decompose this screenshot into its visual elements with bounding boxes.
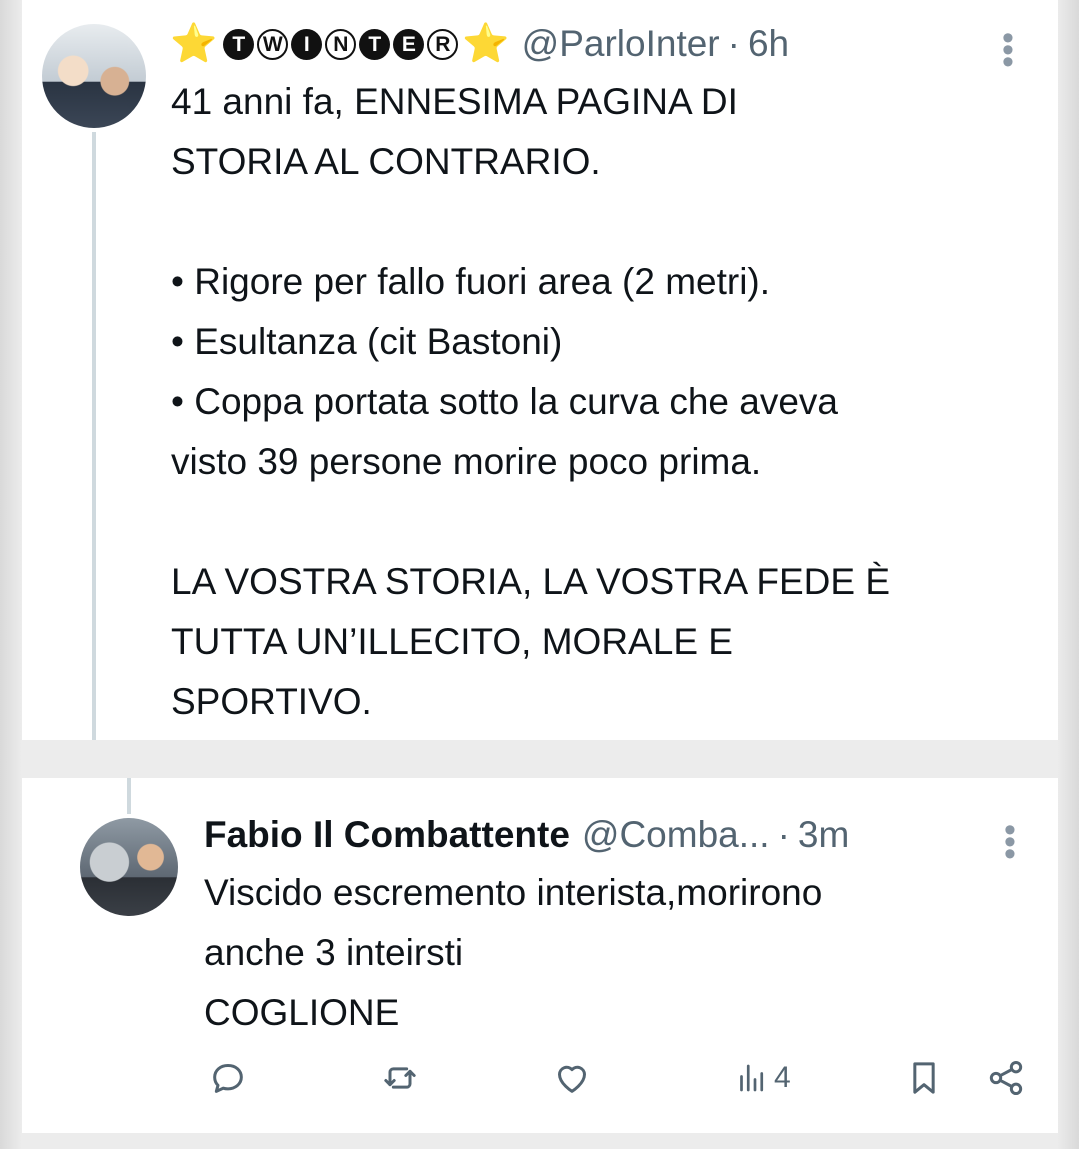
reply-card[interactable]: Fabio Il Combattente @Comba... · 3m • • • … bbox=[22, 778, 1058, 1133]
tweet-card[interactable]: ⭐ T W I N T E R ⭐ @ParloInter · 6h • • • 4… bbox=[22, 0, 1058, 740]
timestamp[interactable]: 3m bbox=[798, 813, 849, 857]
more-options-icon[interactable]: • • • bbox=[1002, 21, 1014, 79]
reply-button[interactable] bbox=[208, 1058, 248, 1098]
thread-line bbox=[127, 778, 131, 814]
reply-header: Fabio Il Combattente @Comba... · 3m bbox=[204, 813, 849, 857]
avatar[interactable] bbox=[42, 24, 146, 128]
retweet-button[interactable] bbox=[380, 1058, 420, 1098]
heart-icon bbox=[558, 1065, 586, 1093]
retweet-icon bbox=[384, 1067, 416, 1089]
user-handle[interactable]: @ParloInter bbox=[522, 22, 720, 66]
letter-badge: T bbox=[359, 28, 391, 60]
more-options-icon[interactable]: • • • bbox=[1004, 813, 1016, 871]
speech-bubble-icon bbox=[213, 1064, 243, 1093]
letter-badge: E bbox=[393, 28, 425, 60]
letter-badge: W bbox=[257, 28, 289, 60]
user-handle[interactable]: @Comba... bbox=[582, 813, 770, 857]
action-bar: 4 bbox=[204, 1058, 1023, 1106]
like-button[interactable] bbox=[552, 1058, 592, 1098]
separator-dot: · bbox=[777, 814, 790, 855]
display-name[interactable]: T W I N T E R bbox=[223, 28, 459, 60]
views-button[interactable]: 4 bbox=[734, 1058, 791, 1098]
views-count: 4 bbox=[774, 1061, 791, 1094]
timestamp[interactable]: 6h bbox=[748, 22, 789, 66]
reply-text: Viscido escremento interista,morirono an… bbox=[204, 872, 823, 1033]
display-name[interactable]: Fabio Il Combattente bbox=[204, 813, 570, 857]
star-icon: ⭐ bbox=[462, 23, 510, 65]
share-button[interactable] bbox=[986, 1058, 1026, 1098]
star-icon: ⭐ bbox=[170, 23, 218, 65]
letter-badge: R bbox=[427, 28, 459, 60]
share-icon bbox=[989, 1061, 1023, 1095]
bookmark-button[interactable] bbox=[904, 1058, 944, 1098]
tweet-text: 41 anni fa, ENNESIMA PAGINA DI STORIA AL… bbox=[171, 81, 891, 722]
avatar[interactable] bbox=[80, 818, 178, 916]
tweet-header: ⭐ T W I N T E R ⭐ @ParloInter · 6h bbox=[170, 22, 789, 66]
letter-badge: N bbox=[325, 28, 357, 60]
letter-badge: T bbox=[223, 28, 255, 60]
bookmark-icon bbox=[913, 1062, 935, 1094]
letter-badge: I bbox=[291, 28, 323, 60]
separator-dot: · bbox=[727, 23, 740, 64]
thread-line bbox=[92, 132, 96, 740]
bar-chart-icon bbox=[740, 1064, 764, 1092]
